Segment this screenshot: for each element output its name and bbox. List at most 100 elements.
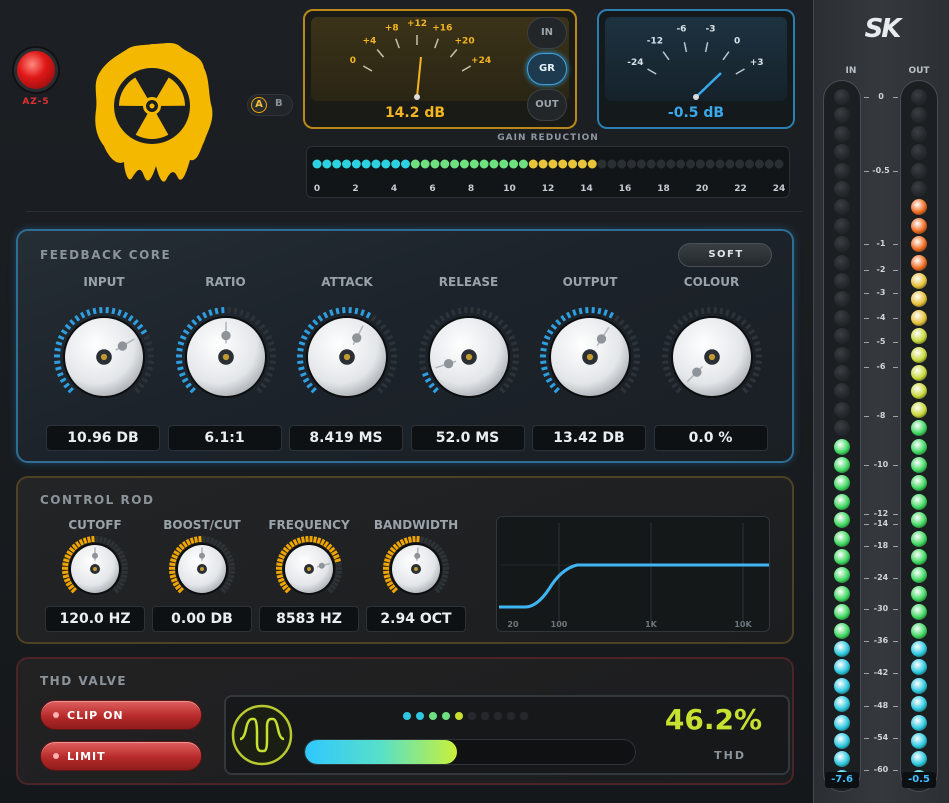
rod-knob-value[interactable]: 120.0 HZ [45, 606, 145, 632]
meter-led [911, 438, 927, 455]
meter-led [911, 236, 927, 253]
core-knob-4[interactable] [536, 303, 644, 411]
gr-led [558, 159, 568, 169]
core-knob-label: COLOUR [683, 275, 740, 289]
meter-scale-tick [864, 244, 869, 245]
meter-led [911, 567, 927, 584]
core-knob-value[interactable]: 10.96 DB [46, 425, 160, 451]
meter-led [911, 751, 927, 768]
meter-led [834, 383, 850, 400]
rod-knob-value[interactable]: 2.94 OCT [366, 606, 466, 632]
meter-scale-tick [893, 416, 898, 417]
gr-led [489, 159, 499, 169]
rod-knob-value[interactable]: 0.00 DB [152, 606, 252, 632]
rod-knob-2[interactable] [272, 532, 346, 606]
meter-led [911, 309, 927, 326]
soft-mode-button[interactable]: SOFT [678, 243, 772, 267]
meter-led [911, 641, 927, 657]
ab-switch[interactable]: A B [247, 94, 293, 116]
meter-scale-tick [893, 367, 898, 368]
meter-led [911, 512, 927, 529]
meter-led [834, 475, 850, 492]
input-vu-value: 14.2 dB [384, 105, 446, 121]
preset-a-button[interactable]: A [251, 97, 267, 113]
eq-axis-label: 100 [551, 620, 568, 629]
gr-led [656, 159, 666, 169]
meter-gr-button[interactable]: GR [527, 53, 567, 85]
meter-out-button[interactable]: OUT [527, 89, 567, 121]
meter-scale-tick [893, 524, 898, 525]
thd-dot [415, 711, 425, 721]
preset-b-button[interactable]: B [275, 98, 283, 109]
rod-knob-value[interactable]: 8583 HZ [259, 606, 359, 632]
core-knob-value[interactable]: 0.0 % [653, 425, 768, 451]
core-knob-label: RELEASE [438, 275, 499, 289]
limit-button[interactable]: LIMIT [40, 741, 202, 771]
meter-led [911, 254, 927, 271]
control-rod-title: CONTROL ROD [40, 493, 155, 507]
out-meter-value: -0.5 [902, 772, 936, 788]
rod-knob-3[interactable] [379, 532, 453, 606]
gr-led [617, 159, 627, 169]
gr-led [715, 159, 725, 169]
meter-led [834, 365, 850, 381]
thd-dot [493, 711, 503, 721]
gr-led [430, 159, 440, 169]
output-vu-tick-label: -6 [676, 25, 686, 35]
meter-led [911, 328, 927, 345]
core-knob-value[interactable]: 13.42 DB [532, 425, 646, 451]
meter-led [834, 512, 850, 529]
output-vu-tick-label: +3 [750, 58, 764, 68]
gr-led [725, 159, 735, 169]
gr-led [568, 159, 578, 169]
meter-scale-tick [864, 770, 869, 771]
core-knob-1[interactable] [172, 303, 280, 411]
meter-led [834, 254, 850, 271]
in-meter-label: IN [845, 66, 857, 76]
meter-scale-tick [864, 171, 869, 172]
meter-led [911, 89, 927, 105]
core-knob-value[interactable]: 8.419 MS [289, 425, 403, 451]
core-knob-0[interactable] [50, 303, 158, 411]
thd-display: 46.2% THD [224, 695, 790, 775]
rod-knob-1[interactable] [165, 532, 239, 606]
meter-in-button[interactable]: IN [527, 17, 567, 49]
limit-button-label: LIMIT [67, 750, 106, 763]
meter-led [911, 365, 927, 381]
core-knob-3[interactable] [415, 303, 523, 411]
gr-led [764, 159, 774, 169]
meter-led [834, 438, 850, 455]
core-knob-value[interactable]: 6.1:1 [167, 425, 282, 451]
clip-button-label: CLIP ON [67, 709, 124, 722]
power-button[interactable] [14, 48, 58, 92]
rod-knob-label: BANDWIDTH [373, 518, 459, 532]
gr-led [469, 159, 479, 169]
meter-scale-tick [893, 270, 898, 271]
rod-knob-label: BOOST/CUT [163, 518, 241, 532]
meter-led [911, 714, 927, 731]
clip-button[interactable]: CLIP ON [40, 700, 202, 730]
meter-led [911, 291, 927, 308]
level-meters-sidebar: SK IN OUT 0 -0.5 -1 -2 -3 -4 -5 -6 -8 -10 -12 -14 -1… [813, 0, 949, 803]
gr-scale-label: 10 [503, 184, 516, 194]
meter-scale-tick [893, 578, 898, 579]
in-meter-value: -7.6 [825, 772, 859, 788]
meter-scale-tick [893, 342, 898, 343]
meter-led [834, 567, 850, 584]
gr-led [607, 159, 617, 169]
meter-led [911, 677, 927, 694]
gr-led [400, 159, 410, 169]
core-knob-2[interactable] [293, 303, 401, 411]
core-knob-5[interactable] [658, 303, 766, 411]
gr-led [754, 159, 764, 169]
meter-led [911, 622, 927, 639]
meter-led [911, 420, 927, 437]
gr-scale-label: 16 [619, 184, 632, 194]
gr-led [695, 159, 705, 169]
thd-dot [506, 711, 516, 721]
output-vu-meter: -24 -12 -6 -3 0 +3 -0.5 dB [597, 9, 795, 129]
core-knob-value[interactable]: 52.0 MS [410, 425, 525, 451]
gr-scale-label: 0 [314, 184, 320, 194]
gr-led [322, 159, 332, 169]
rod-knob-0[interactable] [58, 532, 132, 606]
